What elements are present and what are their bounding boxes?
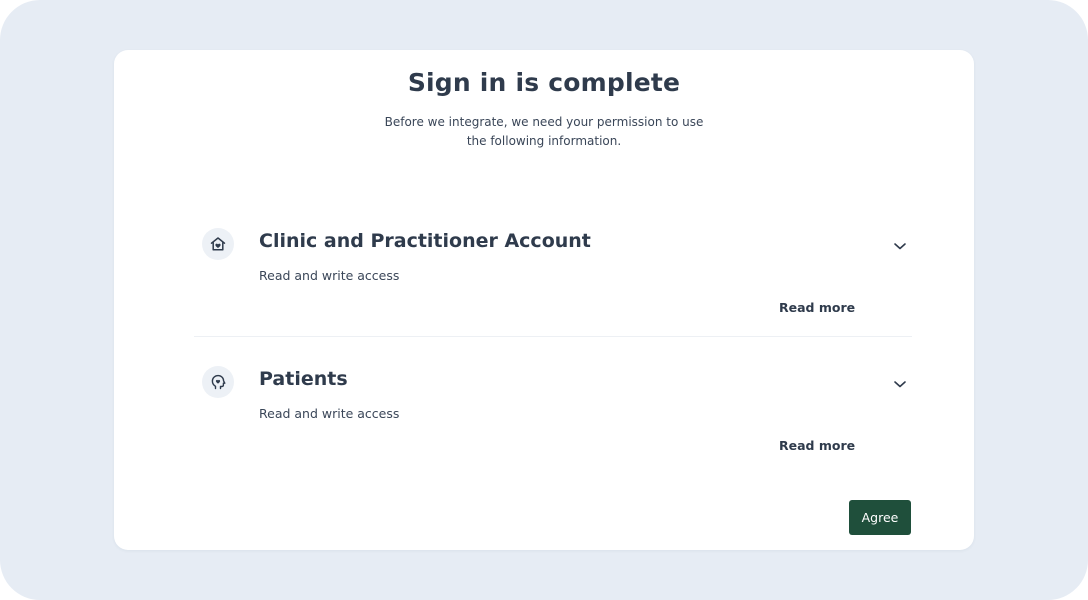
- section-access-text: Read and write access: [259, 268, 400, 283]
- section-title: Clinic and Practitioner Account: [259, 230, 591, 252]
- page-background: Sign in is complete Before we integrate,…: [0, 0, 1088, 600]
- permission-section-clinic: Clinic and Practitioner Account Read and…: [194, 220, 912, 346]
- section-access-text: Read and write access: [259, 406, 400, 421]
- read-more-link[interactable]: Read more: [779, 300, 855, 315]
- chevron-down-icon[interactable]: [888, 372, 912, 396]
- page-subtitle: Before we integrate, we need your permis…: [384, 115, 704, 148]
- read-more-link[interactable]: Read more: [779, 438, 855, 453]
- agree-button[interactable]: Agree: [849, 500, 911, 535]
- section-divider: [194, 336, 912, 337]
- head-heart-icon: [202, 366, 234, 398]
- home-heart-icon: [202, 228, 234, 260]
- permission-section-patients: Patients Read and write access Read more: [194, 358, 912, 484]
- consent-card: Sign in is complete Before we integrate,…: [114, 50, 974, 550]
- chevron-down-icon[interactable]: [888, 234, 912, 258]
- section-title: Patients: [259, 368, 348, 390]
- page-title: Sign in is complete: [407, 68, 681, 97]
